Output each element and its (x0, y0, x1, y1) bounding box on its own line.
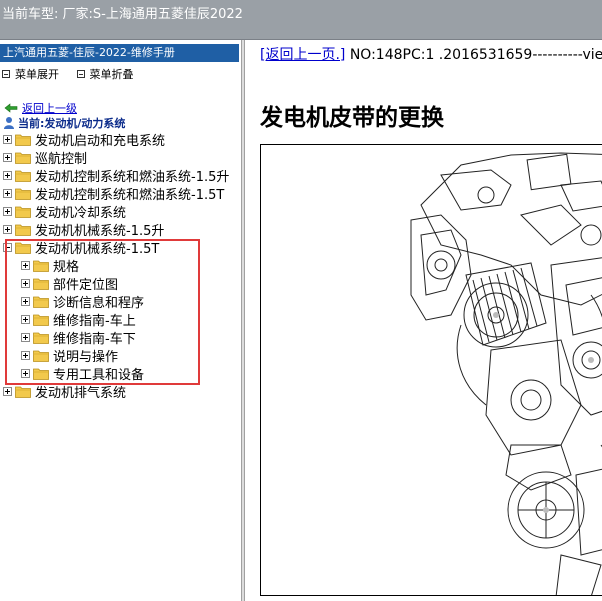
title-bar: 当前车型: 厂家:S-上海通用五菱佳辰2022 (0, 0, 602, 40)
tree-item[interactable]: 发动机机械系统-1.5升 (3, 220, 165, 239)
tree-item[interactable]: 发动机启动和充电系统 (3, 130, 166, 149)
back-arrow-icon (4, 103, 18, 113)
user-icon (4, 117, 14, 129)
tree-item-label: 发动机控制系统和燃油系统-1.5升 (35, 169, 230, 185)
collapse-box-icon (76, 70, 85, 78)
tree-item-label: 发动机冷却系统 (35, 205, 127, 221)
back-to-previous-page-link[interactable]: [返回上一页.] (260, 47, 345, 63)
menu-expand-button[interactable]: 菜单展开 (2, 66, 59, 82)
tree-item-label: 发动机启动和充电系统 (35, 133, 166, 149)
back-up-level-link[interactable]: 返回上一级 (22, 100, 77, 116)
expand-toggle-icon[interactable] (3, 152, 12, 162)
menu-collapse-button[interactable]: 菜单折叠 (76, 66, 134, 82)
content-nav-line: [返回上一页.] NO:148PC:1 .2016531659---------… (260, 44, 602, 64)
highlight-box (5, 239, 200, 385)
expand-toggle-icon[interactable] (3, 134, 12, 144)
folder-icon (15, 134, 31, 146)
tree-item-label: 发动机控制系统和燃油系统-1.5T (35, 187, 225, 203)
expand-toggle-icon[interactable] (3, 224, 12, 234)
folder-icon (15, 206, 31, 218)
content-pane: [返回上一页.] NO:148PC:1 .2016531659---------… (245, 40, 602, 601)
page-title: 发电机皮带的更换 (260, 105, 444, 131)
tree-item[interactable]: 发动机控制系统和燃油系统-1.5T (3, 184, 225, 203)
back-up-level[interactable]: 返回上一级 (4, 100, 77, 116)
window-title: 当前车型: 厂家:S-上海通用五菱佳辰2022 (2, 7, 243, 22)
manual-header: 上汽通用五菱-佳辰-2022-维修手册 (0, 44, 239, 62)
folder-icon (15, 386, 31, 398)
engine-illustration (260, 144, 602, 596)
expand-toggle-icon[interactable] (3, 170, 12, 180)
expand-toggle-icon[interactable] (3, 188, 12, 198)
folder-icon (15, 152, 31, 164)
tree-item-label: 发动机机械系统-1.5升 (35, 223, 165, 239)
folder-icon (15, 188, 31, 200)
expand-toggle-icon[interactable] (3, 206, 12, 216)
tree-item[interactable]: 发动机控制系统和燃油系统-1.5升 (3, 166, 230, 185)
tree-item[interactable]: 发动机冷却系统 (3, 202, 127, 221)
tree-item[interactable]: 巡航控制 (3, 148, 88, 167)
menu-collapse-label: 菜单折叠 (89, 68, 134, 81)
doc-info: NO:148PC:1 .2016531659----------view (345, 47, 602, 63)
engine-drawing (410, 152, 602, 595)
expand-toggle-icon[interactable] (3, 386, 12, 396)
collapse-box-icon (2, 70, 10, 78)
folder-icon (15, 170, 31, 182)
folder-icon (15, 224, 31, 236)
tree-item-label: 巡航控制 (35, 151, 88, 167)
menu-toolbar: 菜单展开 菜单折叠 (2, 66, 148, 82)
menu-expand-label: 菜单展开 (15, 68, 59, 81)
